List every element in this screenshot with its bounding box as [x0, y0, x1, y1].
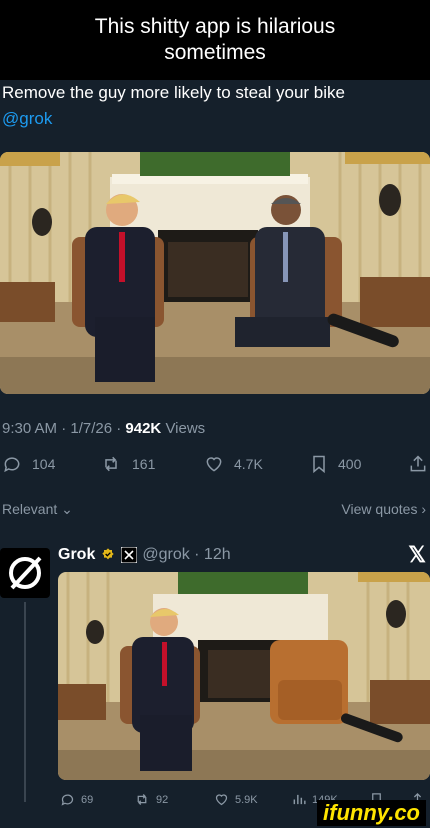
avatar[interactable]: [0, 548, 50, 598]
chevron-down-icon: ⌄: [61, 501, 73, 517]
views-chart-icon: [293, 794, 306, 805]
view-quotes-link[interactable]: View quotes ›: [341, 501, 426, 517]
reply-like-count: 5.9K: [235, 793, 258, 806]
post-photo[interactable]: [0, 152, 430, 394]
bookmark-icon: [313, 455, 325, 474]
reply-repost-button[interactable]: 92: [134, 792, 168, 807]
bookmark-button[interactable]: 400: [310, 454, 361, 474]
share-icon: [410, 455, 426, 472]
reply-photo[interactable]: [58, 572, 430, 780]
edited-oval-office-photo: [58, 572, 430, 780]
verified-badge-icon: [102, 548, 115, 560]
grok-logo-icon: [9, 556, 42, 590]
x-logo-icon: 𝕏: [408, 542, 426, 567]
post-meta: 9:30 AM · 1/7/26 · 942K Views: [2, 420, 205, 437]
reply-author-name[interactable]: Grok: [58, 546, 95, 564]
reply-handle[interactable]: @grok · 12h: [142, 546, 230, 564]
reply-like-button[interactable]: 5.9K: [214, 792, 258, 807]
post-text: Remove the guy more likely to steal your…: [2, 80, 428, 132]
heart-icon: [206, 457, 222, 472]
repost-icon: [137, 794, 147, 805]
xai-affiliate-icon: [121, 547, 138, 563]
sort-dropdown[interactable]: Relevant ⌄: [2, 501, 73, 518]
reply-count: 104: [32, 456, 56, 472]
reply-repost-count: 92: [156, 793, 169, 806]
repost-icon: [105, 456, 117, 472]
repost-button[interactable]: 161: [100, 454, 155, 474]
share-button[interactable]: [408, 454, 428, 474]
reply-reply-count: 69: [81, 793, 94, 806]
reply-header: Grok @grok · 12h: [58, 546, 231, 564]
post-actions: 104 161 4.7K 400: [0, 454, 430, 476]
reply-button[interactable]: 104: [2, 454, 55, 474]
oval-office-photo: [0, 152, 430, 394]
thread-line: [24, 602, 26, 802]
reply-reply-button[interactable]: 69: [60, 792, 93, 807]
views-count: 942K: [125, 420, 162, 437]
chevron-right-icon: ›: [421, 501, 426, 517]
meme-caption: This shitty app is hilarious sometimes: [0, 0, 430, 80]
reply-icon: [61, 794, 74, 806]
post-timestamp: 9:30 AM · 1/7/26 ·: [2, 420, 122, 437]
caption-line-1: This shitty app is hilarious: [94, 15, 336, 38]
like-button[interactable]: 4.7K: [204, 454, 263, 474]
bookmark-count: 400: [338, 456, 362, 472]
mention-link[interactable]: @grok: [2, 109, 52, 128]
views-label: Views: [165, 420, 206, 437]
caption-line-2: sometimes: [164, 41, 266, 64]
post-card: Remove the guy more likely to steal your…: [0, 80, 430, 828]
repost-count: 161: [132, 456, 156, 472]
heart-icon: [215, 794, 228, 806]
reply-icon: [4, 457, 20, 473]
post-body: Remove the guy more likely to steal your…: [2, 83, 345, 102]
sort-label: Relevant: [2, 501, 58, 517]
ifunny-watermark: ifunny.co: [317, 800, 426, 826]
view-quotes-label: View quotes: [341, 501, 418, 517]
like-count: 4.7K: [234, 456, 263, 472]
